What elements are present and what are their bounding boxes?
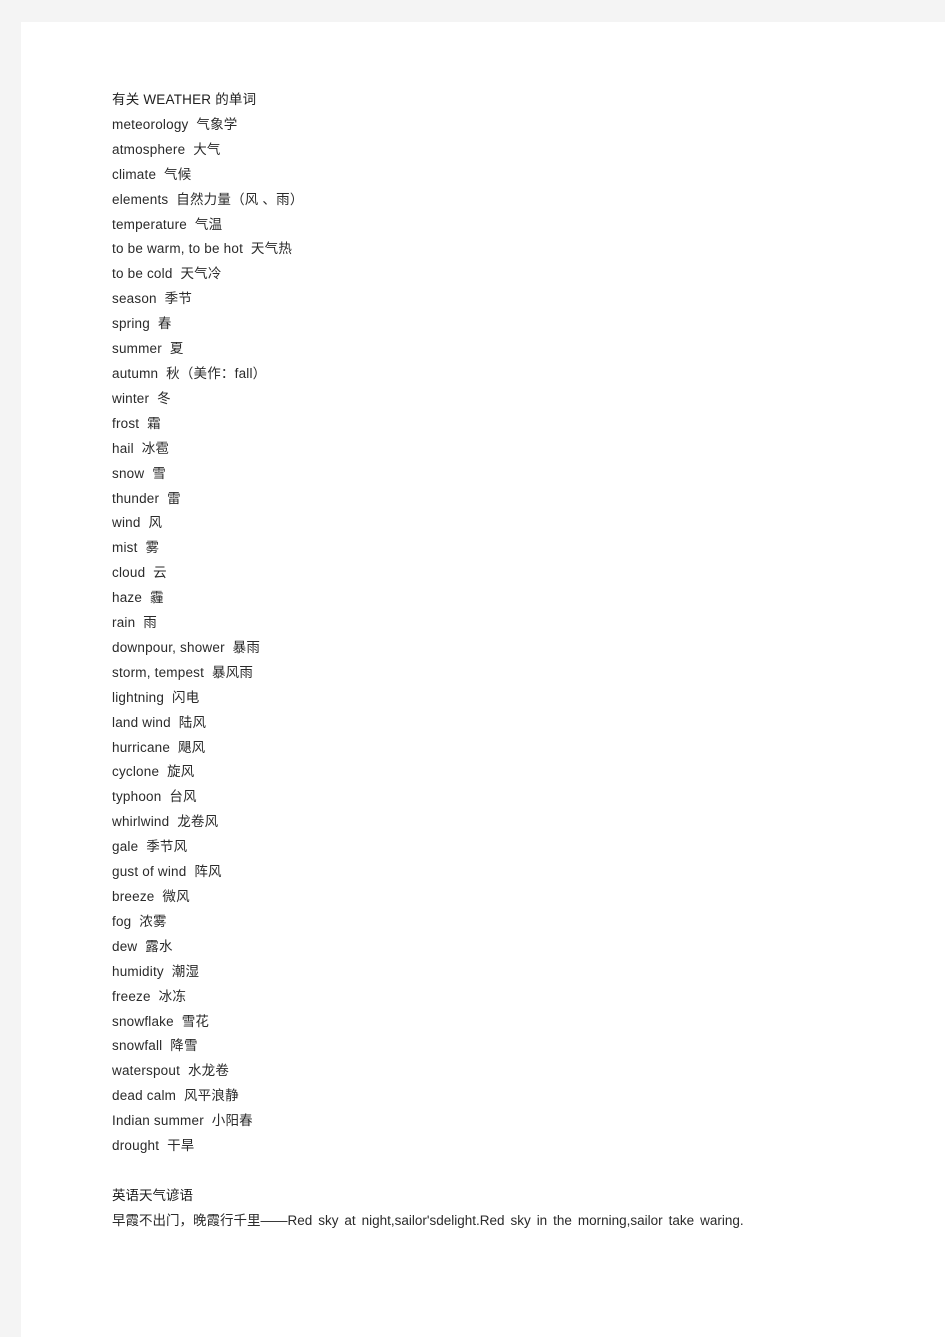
vocabulary-entry: humidity 潮湿	[112, 963, 200, 979]
vocabulary-entry: elements 自然力量（风 、雨）	[112, 191, 304, 207]
vocabulary-entry: atmosphere 大气	[112, 141, 221, 157]
vocabulary-entry: snowflake 雪花	[112, 1013, 210, 1029]
vocabulary-entry: snowfall 降雪	[112, 1038, 198, 1054]
proverbs-heading: 英语天气谚语	[112, 1187, 193, 1203]
vocabulary-entry: rain 雨	[112, 615, 157, 631]
document-title: 有关 WEATHER 的单词	[112, 92, 257, 107]
vocabulary-entry: waterspout 水龙卷	[112, 1063, 230, 1079]
vocabulary-entry: lightning 闪电	[112, 689, 200, 705]
vocabulary-entry: climate 气候	[112, 166, 192, 182]
vocabulary-entry: autumn 秋（美作：fall）	[112, 365, 267, 381]
vocabulary-entry: cyclone 旋风	[112, 764, 195, 780]
vocabulary-entry: to be cold 天气冷	[112, 266, 222, 282]
document-page: 有关 WEATHER 的单词 meteorology 气象学 atmospher…	[21, 22, 945, 1337]
vocabulary-entry: hail 冰雹	[112, 440, 170, 456]
vocabulary-entry: thunder 雷	[112, 490, 181, 506]
vocabulary-entry: land wind 陆风	[112, 714, 207, 730]
vocabulary-entry: downpour, shower 暴雨	[112, 639, 261, 655]
vocabulary-entry: breeze 微风	[112, 889, 190, 904]
vocabulary-entry: dead calm 风平浪静	[112, 1088, 239, 1104]
vocabulary-entry: gust of wind 阵风	[112, 864, 222, 880]
vocabulary-entry: typhoon 台风	[112, 789, 197, 805]
vocabulary-entry: mist 雾	[112, 540, 160, 556]
vocabulary-list: meteorology 气象学 atmosphere 大气 climate 气候…	[112, 113, 872, 1159]
vocabulary-entry: whirlwind 龙卷风	[112, 814, 219, 830]
vocabulary-entry: haze 霾	[112, 590, 164, 606]
vocabulary-entry: winter 冬	[112, 390, 171, 406]
vocabulary-entry: fog 浓雾	[112, 913, 167, 929]
vocabulary-entry: Indian summer 小阳春	[112, 1113, 253, 1129]
vocabulary-entry: temperature 气温	[112, 216, 223, 232]
vocabulary-entry: season 季节	[112, 291, 193, 307]
vocabulary-entry: freeze 冰冻	[112, 988, 187, 1004]
proverb-entry: 早霞不出门，晚霞行千里——Red sky at night,sailor'sde…	[112, 1212, 744, 1228]
vocabulary-entry: gale 季节风	[112, 839, 188, 855]
vocabulary-entry: snow 雪	[112, 465, 166, 481]
proverbs-section: 英语天气谚语 早霞不出门，晚霞行千里——Red sky at night,sai…	[112, 1184, 872, 1232]
vocabulary-entry: drought 干旱	[112, 1138, 195, 1154]
vocabulary-entry: storm, tempest 暴风雨	[112, 664, 254, 680]
vocabulary-entry: to be warm, to be hot 天气热	[112, 241, 293, 257]
document-content: 有关 WEATHER 的单词 meteorology 气象学 atmospher…	[112, 88, 872, 1232]
vocabulary-entry: wind 风	[112, 515, 163, 531]
vocabulary-entry: cloud 云	[112, 565, 167, 581]
vocabulary-entry: summer 夏	[112, 341, 184, 357]
vocabulary-entry: dew 露水	[112, 938, 173, 954]
vocabulary-entry: spring 春	[112, 316, 172, 332]
vocabulary-entry: hurricane 飓风	[112, 739, 206, 755]
vocabulary-entry: meteorology 气象学	[112, 116, 238, 132]
vocabulary-entry: frost 霜	[112, 415, 161, 431]
